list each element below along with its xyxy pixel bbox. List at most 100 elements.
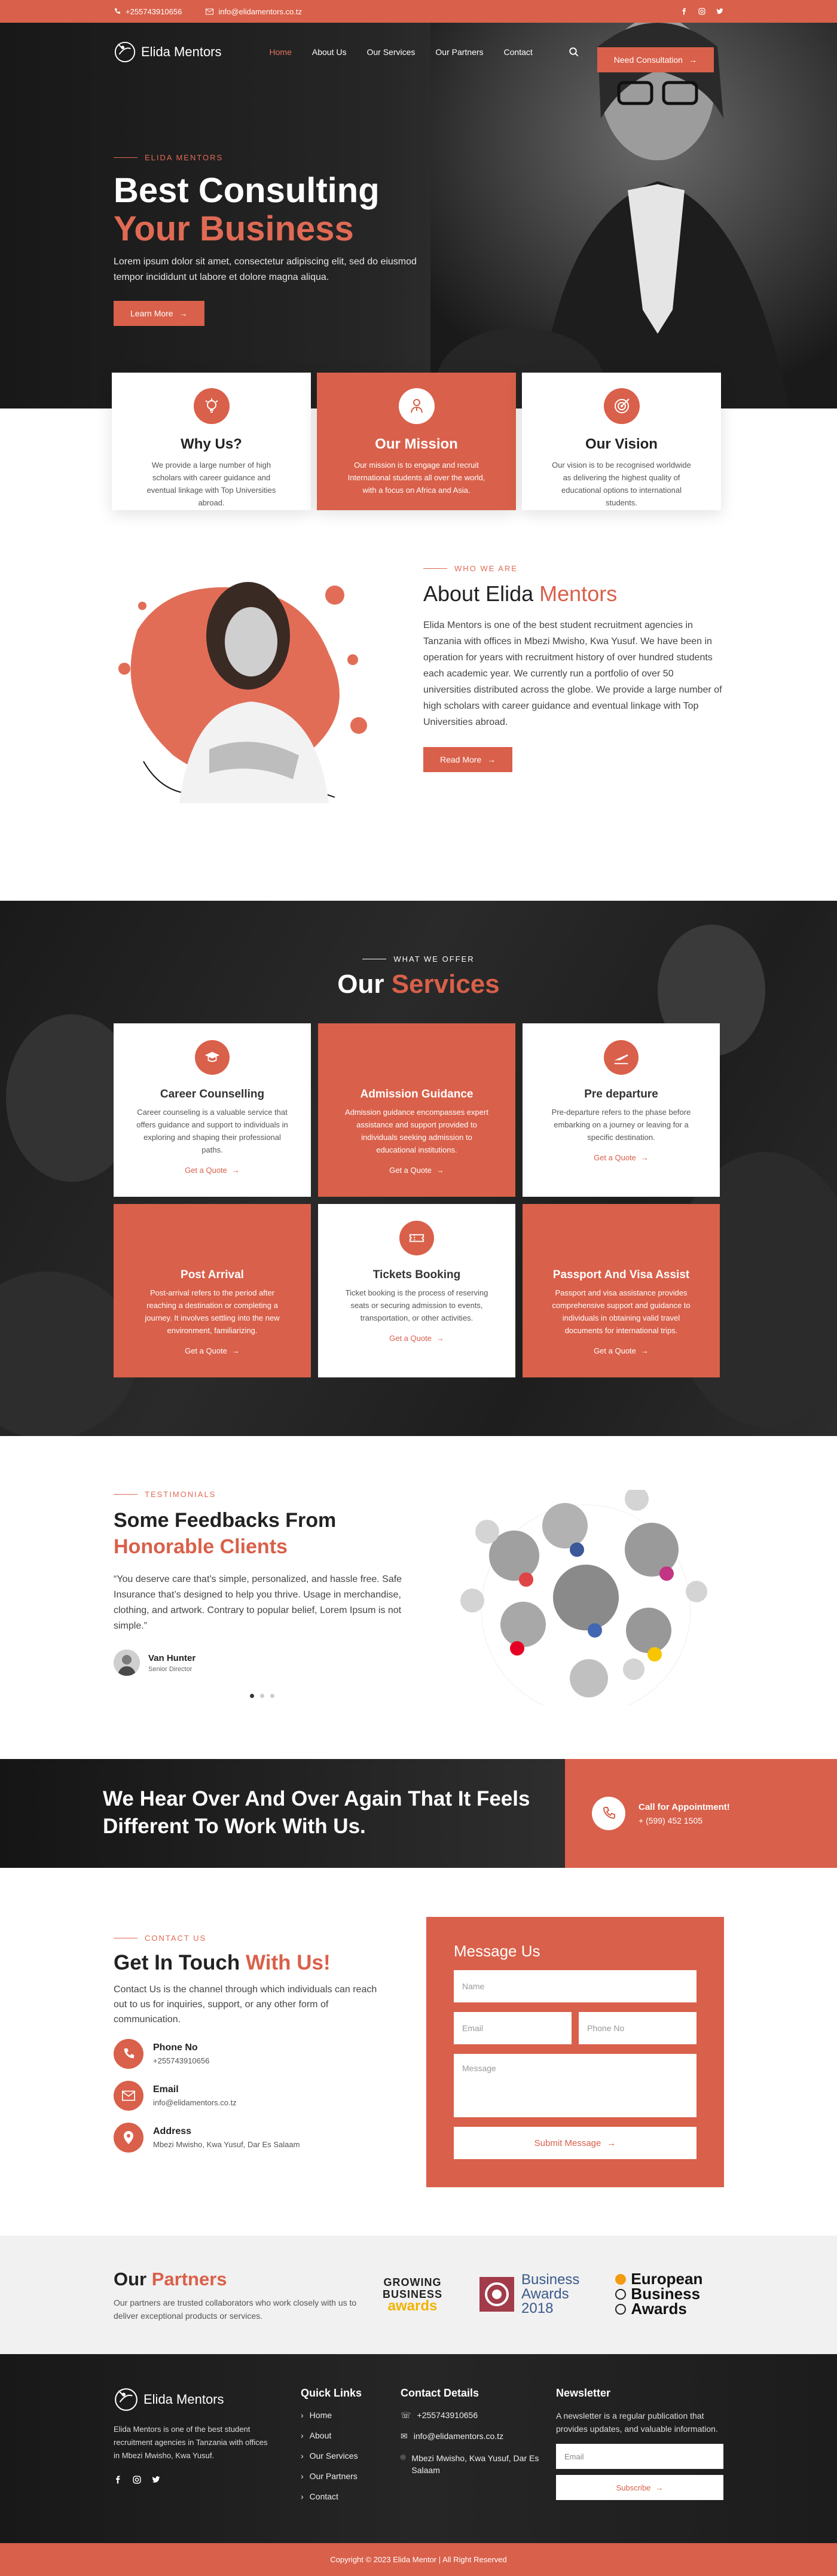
nav-item-partners[interactable]: Our Partners: [435, 47, 483, 57]
partner-logo-european-business-awards[interactable]: European Business Awards: [615, 2271, 702, 2316]
read-more-button[interactable]: Read More →: [423, 747, 513, 772]
call-banner: We Hear Over And Over Again That It Feel…: [0, 1759, 837, 1868]
arrow-right-icon: →: [487, 755, 496, 764]
hero-subtitle: Lorem ipsum dolor sit amet, consectetur …: [114, 257, 417, 282]
footer-link-contact[interactable]: › Contact: [301, 2492, 362, 2501]
facebook-icon[interactable]: [114, 2476, 122, 2484]
quick-links-title: Quick Links: [301, 2387, 362, 2399]
footer-phone[interactable]: ☏ +255743910656: [401, 2410, 544, 2420]
arrow-right-icon: →: [640, 1346, 649, 1355]
nav-item-home[interactable]: Home: [270, 47, 292, 57]
plane-arrival-icon: [195, 1221, 230, 1255]
about-content: WHO WE ARE About Elida Mentors Elida Men…: [423, 564, 722, 772]
top-bar: +255743910656 info@elidamentors.co.tz: [0, 0, 837, 23]
footer-link-home[interactable]: › Home: [301, 2410, 362, 2420]
partners-title: Our Partners: [114, 2269, 227, 2290]
partner-logo-growing-business[interactable]: GROWING BUSINESS awards: [383, 2276, 442, 2313]
author-name: Van Hunter: [148, 1653, 196, 1663]
service-card-tickets-booking: Tickets Booking Ticket booking is the pr…: [318, 1204, 515, 1377]
arrow-right-icon: →: [655, 2483, 664, 2492]
get-quote-link[interactable]: Get a Quote →: [185, 1166, 240, 1175]
phone-icon: ☏: [401, 2410, 411, 2420]
carousel-dot[interactable]: [270, 1694, 274, 1698]
footer-email[interactable]: ✉ info@elidamentors.co.tz: [401, 2431, 544, 2441]
search-icon[interactable]: [569, 47, 579, 57]
site-logo[interactable]: Elida Mentors: [114, 41, 222, 63]
call-number[interactable]: + (599) 452 1505: [639, 1816, 730, 1825]
award-badge-icon: [479, 2276, 515, 2312]
call-appointment[interactable]: Call for Appointment! + (599) 452 1505: [565, 1759, 837, 1868]
nav-item-contact[interactable]: Contact: [504, 47, 533, 57]
twitter-icon[interactable]: [716, 8, 723, 15]
feature-card-mission: Our Mission Our mission is to engage and…: [317, 373, 516, 510]
need-consultation-button[interactable]: Need Consultation →: [597, 47, 714, 72]
hero-content: ELIDA MENTORS Best Consulting Your Busin…: [114, 153, 424, 326]
instagram-icon[interactable]: [133, 2476, 141, 2484]
instagram-icon[interactable]: [698, 8, 705, 15]
name-field[interactable]: Name: [454, 1970, 697, 2002]
service-text: Passport and visa assistance provides co…: [552, 1288, 691, 1335]
contact-email[interactable]: Email info@elidamentors.co.tz: [114, 2081, 383, 2111]
about-text: Elida Mentors is one of the best student…: [423, 620, 722, 727]
testimonial-author: Van Hunter Senior Director: [114, 1650, 407, 1676]
graduation-cap-icon: [195, 1040, 230, 1075]
contact-phone[interactable]: Phone No +255743910656: [114, 2039, 383, 2069]
arrow-right-icon: →: [607, 2138, 616, 2148]
feature-text: We provide a large number of high schola…: [146, 461, 276, 507]
carousel-dots: [250, 1694, 407, 1698]
get-quote-link[interactable]: Get a Quote →: [389, 1166, 444, 1175]
footer-logo[interactable]: Elida Mentors: [114, 2387, 275, 2412]
topbar-phone[interactable]: +255743910656: [114, 7, 182, 16]
carousel-dot[interactable]: [260, 1694, 264, 1698]
message-field[interactable]: Message: [454, 2054, 697, 2117]
service-card-admission-guidance: Admission Guidance Admission guidance en…: [318, 1023, 515, 1197]
target-icon: [603, 388, 640, 424]
footer-link-services[interactable]: › Our Services: [301, 2451, 362, 2461]
contact-label: Email: [153, 2084, 179, 2095]
arrow-right-icon: →: [688, 55, 697, 65]
feature-title: Our Mission: [375, 436, 458, 452]
logo-text: Elida Mentors: [143, 2392, 224, 2407]
read-more-label: Read More: [440, 755, 482, 764]
partner-logo-business-awards-2018[interactable]: Business Awards 2018: [478, 2272, 579, 2316]
passport-icon: [604, 1221, 639, 1255]
get-quote-link[interactable]: Get a Quote →: [389, 1334, 444, 1343]
nav-item-about[interactable]: About Us: [312, 47, 347, 57]
footer-about: Elida Mentors Elida Mentors is one of th…: [114, 2387, 275, 2484]
footer-link-about[interactable]: › About: [301, 2431, 362, 2440]
footer-social: [114, 2476, 275, 2484]
carousel-dot[interactable]: [250, 1694, 254, 1698]
service-title: Career Counselling: [160, 1088, 265, 1100]
mail-icon: [114, 2081, 143, 2111]
get-quote-link[interactable]: Get a Quote →: [594, 1153, 649, 1162]
footer-about-text: Elida Mentors is one of the best student…: [114, 2425, 268, 2460]
service-card-passport-visa: Passport And Visa Assist Passport and vi…: [523, 1204, 720, 1377]
contact-label: Phone No: [153, 2042, 198, 2053]
subscribe-button[interactable]: Subscribe →: [556, 2475, 723, 2500]
feature-title: Why Us?: [181, 436, 242, 452]
topbar-email[interactable]: info@elidamentors.co.tz: [206, 7, 302, 16]
submit-message-button[interactable]: Submit Message →: [454, 2127, 697, 2159]
get-quote-link[interactable]: Get a Quote →: [594, 1346, 649, 1355]
service-text: Post-arrival refers to the period after …: [145, 1288, 280, 1335]
form-title: Message Us: [454, 1942, 540, 1960]
phone-field[interactable]: Phone No: [579, 2012, 697, 2044]
testimonials-eyebrow: TESTIMONIALS: [114, 1490, 407, 1499]
arrow-right-icon: →: [640, 1153, 649, 1162]
copyright-bar: Copyright © 2023 Elida Mentor | All Righ…: [0, 2543, 837, 2576]
newsletter-email-input[interactable]: Email: [556, 2444, 723, 2469]
learn-more-button[interactable]: Learn More →: [114, 301, 204, 326]
email-field[interactable]: Email: [454, 2012, 572, 2044]
facebook-icon[interactable]: [680, 8, 688, 15]
get-quote-link[interactable]: Get a Quote →: [185, 1346, 240, 1355]
author-role: Senior Director: [148, 1665, 193, 1673]
chevron-right-icon: ›: [301, 2492, 304, 2501]
footer-link-partners[interactable]: › Our Partners: [301, 2471, 362, 2481]
service-text: Pre-departure refers to the phase before…: [551, 1108, 691, 1142]
twitter-icon[interactable]: [152, 2476, 160, 2484]
mail-icon: ✉: [401, 2431, 408, 2441]
chevron-right-icon: ›: [301, 2431, 304, 2440]
nav-item-services[interactable]: Our Services: [366, 47, 415, 57]
contact-title: Get In Touch With Us!: [114, 1951, 331, 1974]
contact-address[interactable]: Address Mbezi Mwisho, Kwa Yusuf, Dar Es S…: [114, 2123, 383, 2153]
